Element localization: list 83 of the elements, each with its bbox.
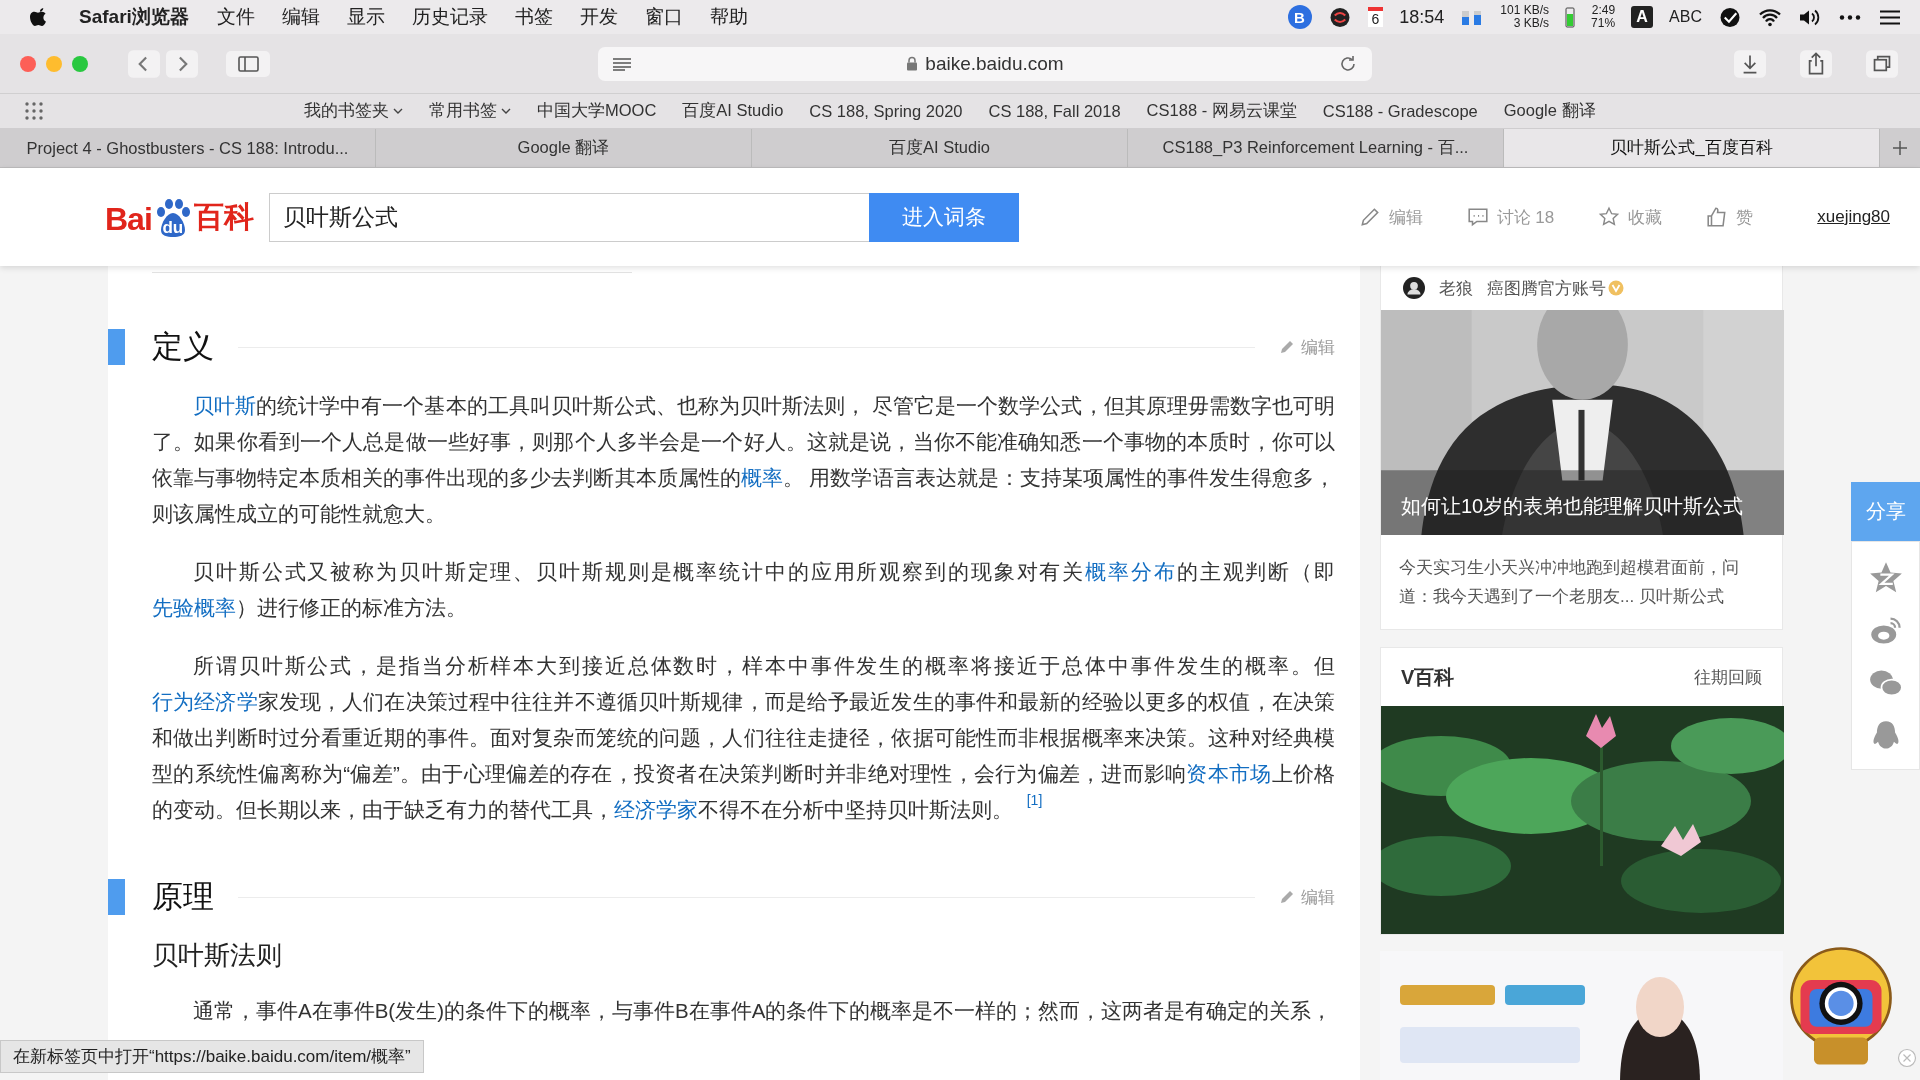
browser-tab[interactable]: Google 翻译 bbox=[376, 129, 752, 167]
avatar bbox=[1403, 277, 1425, 299]
back-button[interactable] bbox=[128, 49, 160, 78]
paragraph: 贝叶斯的统计学中有一个基本的工具叫贝叶斯公式、也称为贝叶斯法则， 尽管它是一个数学公式，但其原理毋需数字也可明了。如果你看到一个人总是做一些好事，则那个人多半会是一个好人。这就是说，当你不能准确知悉一个事物的本质时，你可以依靠与事物特定本质相关的事件出现的多少去判断其本质属性的概率。 用数学语言表达就是：支持某项属性的事件发生得愈多，则该属性成立的可能性就愈大。 bbox=[152, 393, 1335, 527]
card-title: V百科 bbox=[1401, 664, 1455, 690]
bookmark-link[interactable]: 中国大学MOOC bbox=[537, 100, 657, 122]
section-title: 定义 bbox=[152, 328, 214, 366]
reader-icon[interactable] bbox=[612, 56, 632, 71]
download-speed: 3 KB/s bbox=[1513, 17, 1550, 30]
link[interactable]: 先验概率 bbox=[152, 596, 236, 619]
link[interactable]: 资本市场 bbox=[1186, 762, 1272, 785]
menu-item[interactable]: 书签 bbox=[514, 4, 553, 30]
check-circle-icon[interactable] bbox=[1718, 6, 1742, 28]
apple-icon[interactable] bbox=[30, 5, 49, 29]
pencil-icon bbox=[1358, 206, 1381, 228]
pencil-icon bbox=[1279, 889, 1295, 905]
article-card[interactable]: 老狼 癌图腾官方账号 如何让10岁的表弟也能理解贝叶斯公式 今天实习生小天兴冲冲地跑到超模君面前，问道：我今天遇到了一个老朋友... 贝叶斯公式 bbox=[1380, 266, 1783, 630]
bookmark-folder[interactable]: 我的书签夹 bbox=[304, 100, 403, 122]
new-tab-icon[interactable] bbox=[1892, 140, 1908, 156]
bookmark-link[interactable]: CS 188, Spring 2020 bbox=[809, 100, 963, 122]
site-logo[interactable]: Bai du 百科 bbox=[105, 196, 254, 238]
input-badge[interactable]: A bbox=[1631, 6, 1654, 28]
section-marker bbox=[108, 329, 125, 365]
browser-tab[interactable]: 百度AI Studio bbox=[752, 129, 1128, 167]
battery-time: 2:49 bbox=[1591, 4, 1616, 17]
battery-icon[interactable] bbox=[1565, 5, 1576, 29]
user-link[interactable]: xuejing80 bbox=[1817, 207, 1890, 227]
footnote-link[interactable]: [1] bbox=[1026, 792, 1043, 808]
author-name: 老狼 bbox=[1439, 277, 1473, 300]
paragraph: 通常，事件A在事件B(发生)的条件下的概率，与事件B在事件A的条件下的概率是不一样的；然而，这两者是有确定的关系， bbox=[192, 998, 1334, 1024]
app-menu[interactable]: Safari浏览器 bbox=[79, 4, 189, 30]
upload-speed: 101 KB/s bbox=[1500, 4, 1550, 17]
account-name: 癌图腾官方账号 bbox=[1487, 277, 1606, 300]
pencil-icon bbox=[1279, 339, 1295, 355]
subsection-title: 贝叶斯法则 bbox=[152, 939, 283, 972]
menu-item[interactable]: 开发 bbox=[579, 4, 618, 30]
menu-item[interactable]: 编辑 bbox=[281, 4, 320, 30]
comment-icon bbox=[1466, 206, 1489, 228]
browser-tab[interactable]: 贝叶斯公式_百度百科 bbox=[1504, 129, 1880, 167]
link[interactable]: 概率 bbox=[740, 466, 783, 489]
url-text: baike.baidu.com bbox=[925, 52, 1064, 75]
share-button[interactable] bbox=[1800, 49, 1832, 78]
sidebar-button[interactable] bbox=[226, 49, 270, 78]
menu-item[interactable]: 帮助 bbox=[709, 4, 748, 30]
bookmark-link[interactable]: CS 188, Fall 2018 bbox=[988, 100, 1121, 122]
input-source[interactable]: ABC bbox=[1669, 8, 1702, 26]
forward-button[interactable] bbox=[166, 49, 198, 78]
menu-item[interactable]: 文件 bbox=[216, 4, 255, 30]
star-icon[interactable] bbox=[1868, 560, 1903, 594]
bookmark-link[interactable]: Google 翻译 bbox=[1503, 100, 1596, 122]
app-badge[interactable]: B bbox=[1287, 5, 1312, 29]
link[interactable]: 概率分布 bbox=[1085, 560, 1177, 583]
download-button[interactable] bbox=[1734, 49, 1766, 78]
section-title: 原理 bbox=[152, 878, 214, 916]
tabs-button[interactable] bbox=[1866, 49, 1898, 78]
menu-item[interactable]: 窗口 bbox=[644, 4, 683, 30]
link-preview: 在新标签页中打开“https://baike.baidu.com/item/概率” bbox=[0, 1040, 424, 1073]
bookmark-link[interactable]: CS188 - 网易云课堂 bbox=[1146, 100, 1297, 122]
paragraph: 所谓贝叶斯公式，是指当分析样本大到接近总体数时，样本中事件发生的概率将接近于总体中事件发生的概率。但 行为经济学家发现，人们在决策过程中往往并不遵循贝叶斯规律，而是给予最近发生的事件和最新的经验以更多的权值，在决策和做出判断时过分看重近期的事件。面对复杂而笼统的问题，人们往往走捷径，依据可能性而非根据概率来决策。这种对经典模型的系统性偏离称为“偏差”。由于心理偏差的存在，投资者在决策判断时并非绝对理性，会行为偏差，进而影响资本市场上价格的变动。但长期以来，由于缺乏有力的替代工具，经济学家不得不在分析中坚持贝叶斯法则。 $^{[1]}$ bbox=[152, 653, 1335, 823]
paragraph: 贝叶斯公式又被称为贝叶斯定理、贝叶斯规则是概率统计中的应用所观察到的现象对有关概率分布的主观判断（即 先验概率）进行修正的标准方法。 bbox=[152, 559, 1335, 621]
battery-percent: 71% bbox=[1591, 17, 1616, 30]
search-field[interactable]: 贝叶斯公式 bbox=[268, 192, 869, 242]
bookmark-folder[interactable]: 常用书签 bbox=[429, 100, 511, 122]
menu-item[interactable]: 显示 bbox=[346, 4, 385, 30]
link[interactable]: 行为经济学 bbox=[152, 690, 258, 713]
bookmark-link[interactable]: 百度AI Studio bbox=[682, 100, 784, 122]
reload-icon[interactable] bbox=[1338, 53, 1358, 74]
clock-time[interactable]: 18:54 bbox=[1399, 6, 1445, 28]
link[interactable]: 贝叶斯 bbox=[193, 394, 257, 417]
address-bar[interactable]: baike.baidu.com bbox=[598, 46, 1372, 81]
apps-grid-icon[interactable] bbox=[24, 101, 44, 121]
wifi-icon[interactable] bbox=[1758, 6, 1782, 28]
more-link[interactable]: 往期回顾 bbox=[1694, 665, 1762, 689]
browser-tab[interactable]: Project 4 - Ghostbusters - CS 188: Introdu... bbox=[0, 129, 376, 167]
menu-item[interactable]: 历史记录 bbox=[411, 4, 488, 30]
close-button[interactable] bbox=[20, 55, 36, 72]
link[interactable]: 经济学家 bbox=[614, 798, 698, 821]
article-summary: 今天实习生小天兴冲冲地跑到超模君面前，问道：我今天遇到了一个老朋友... 贝叶斯公式 bbox=[1398, 557, 1740, 608]
calendar-date[interactable]: 6 bbox=[1367, 7, 1384, 27]
bookmark-link[interactable]: CS188 - Gradescope bbox=[1322, 100, 1478, 122]
lock-icon bbox=[906, 56, 919, 71]
star-icon bbox=[1598, 206, 1621, 228]
section-marker bbox=[108, 879, 125, 915]
